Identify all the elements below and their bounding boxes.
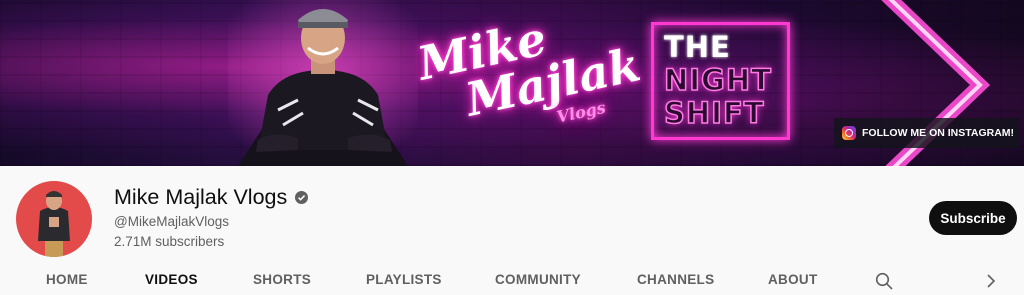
tab-shorts[interactable]: SHORTS xyxy=(253,272,311,287)
show-title-line1: THE xyxy=(664,30,731,64)
banner-person-image xyxy=(228,0,418,166)
instagram-link[interactable]: FOLLOW ME ON INSTAGRAM! xyxy=(834,118,1020,148)
tab-channels[interactable]: CHANNELS xyxy=(637,272,714,287)
verified-check-icon xyxy=(295,191,309,204)
tab-playlists[interactable]: PLAYLISTS xyxy=(366,272,442,287)
instagram-link-label: FOLLOW ME ON INSTAGRAM! xyxy=(862,127,1015,139)
avatar-person-image xyxy=(38,191,70,257)
show-title-line3: SHIFT xyxy=(663,96,765,131)
channel-page: Mike Majlak Vlogs THE NIGHT SHIFT FOLLOW… xyxy=(0,0,1024,295)
instagram-icon xyxy=(842,126,856,140)
chevron-right-icon[interactable] xyxy=(984,272,998,290)
channel-logo-text: Mike Majlak Vlogs xyxy=(395,11,645,140)
channel-avatar[interactable] xyxy=(16,181,92,257)
channel-title: Mike Majlak Vlogs xyxy=(114,185,309,210)
tab-videos[interactable]: VIDEOS xyxy=(145,272,198,287)
tab-community[interactable]: COMMUNITY xyxy=(495,272,581,287)
show-title-line2: NIGHT xyxy=(663,63,772,98)
subscribe-button[interactable]: Subscribe xyxy=(929,201,1017,235)
channel-handle: @MikeMajlakVlogs xyxy=(114,214,229,229)
show-logo-box: THE NIGHT SHIFT xyxy=(651,22,790,140)
tab-home[interactable]: HOME xyxy=(46,272,88,287)
channel-name-text: Mike Majlak Vlogs xyxy=(114,185,288,209)
channel-banner: Mike Majlak Vlogs THE NIGHT SHIFT FOLLOW… xyxy=(0,0,1024,166)
tab-about[interactable]: ABOUT xyxy=(768,272,818,287)
search-icon[interactable] xyxy=(875,272,893,290)
subscriber-count: 2.71M subscribers xyxy=(114,234,225,249)
channel-tabs: HOME VIDEOS SHORTS PLAYLISTS COMMUNITY C… xyxy=(0,262,1024,295)
